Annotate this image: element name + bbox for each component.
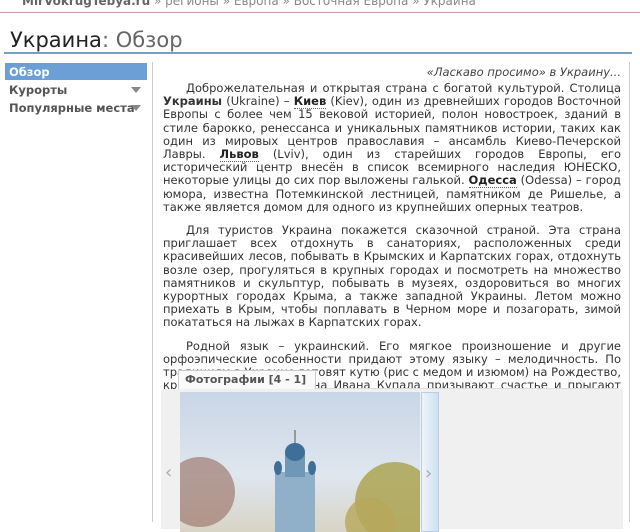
breadcrumb: MirVokrugTebya.ru » регионы » Европа » В… bbox=[22, 0, 476, 8]
sidebar-item-overview[interactable]: Обзор bbox=[5, 63, 147, 80]
prev-arrow-icon[interactable]: ‹ bbox=[165, 462, 172, 483]
breadcrumb-item[interactable]: Европа bbox=[234, 0, 279, 8]
quote: «Ласкаво просимо» в Украину... bbox=[426, 65, 621, 79]
page-title: Украина: Обзор bbox=[10, 28, 183, 52]
title-underline bbox=[4, 52, 632, 54]
photo-gallery: ‹ › bbox=[161, 389, 623, 532]
page-subtitle: Обзор bbox=[115, 28, 183, 52]
main-content: «Ласкаво просимо» в Украину... Доброжела… bbox=[152, 62, 630, 532]
chevron-down-icon[interactable] bbox=[131, 105, 141, 111]
sidebar: Обзор Курорты Популярные места bbox=[5, 63, 147, 117]
sidebar-item-popular-places[interactable]: Популярные места bbox=[5, 99, 147, 116]
paragraph: Для туристов Украина покажется сказочной… bbox=[163, 223, 621, 330]
sidebar-item-resorts[interactable]: Курорты bbox=[5, 81, 147, 98]
paragraph: Доброжелательная и открытая страна с бог… bbox=[163, 81, 621, 214]
breadcrumb-item[interactable]: Восточная Европа bbox=[294, 0, 409, 8]
next-arrow-icon[interactable]: › bbox=[425, 463, 432, 484]
article-text: Доброжелательная и открытая страна с бог… bbox=[163, 81, 621, 416]
breadcrumb-item: Украина bbox=[423, 0, 476, 8]
breadcrumb-item[interactable]: регионы bbox=[165, 0, 219, 8]
next-button[interactable]: › bbox=[421, 392, 439, 532]
chevron-down-icon[interactable] bbox=[131, 87, 141, 93]
divider bbox=[0, 12, 640, 13]
breadcrumb-site[interactable]: MirVokrugTebya.ru bbox=[22, 0, 150, 8]
photo-st-andrews-church[interactable] bbox=[180, 392, 420, 532]
tab-photos[interactable]: Фотографии [4 - 1] bbox=[178, 370, 316, 389]
